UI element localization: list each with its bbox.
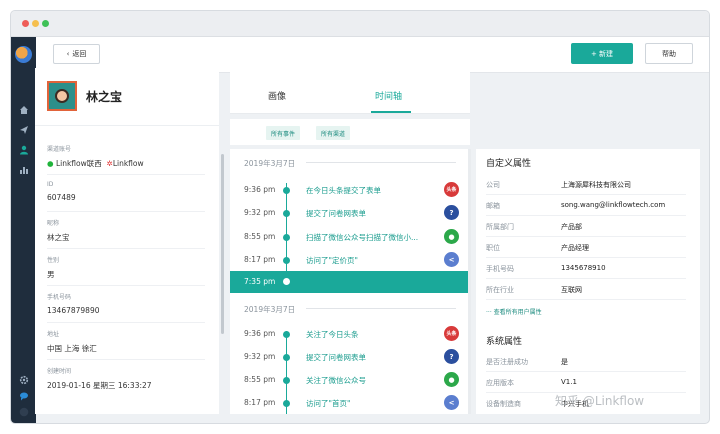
tab-timeline[interactable]: 时间轴 bbox=[375, 89, 402, 102]
chevron-left-icon: ‹ bbox=[66, 50, 70, 58]
profile-name: 林之宝 bbox=[86, 90, 123, 104]
close-window-button[interactable] bbox=[22, 20, 29, 27]
system-attributes-title: 系统属性 bbox=[486, 337, 523, 347]
view-all-attributes-link[interactable]: ··· 查看所有用户属性 bbox=[486, 307, 542, 316]
new-button[interactable]: + 新建 bbox=[571, 43, 633, 64]
toutiao-icon: 头条 bbox=[444, 326, 459, 341]
attribute-row: 所在行业 互联网 bbox=[486, 280, 686, 300]
attribute-row: 公司 上海源犀科技有限公司 bbox=[486, 175, 686, 195]
app-logo[interactable] bbox=[15, 46, 32, 63]
attribute-row: 应用版本 V1.1 bbox=[486, 373, 686, 393]
form-icon: ? bbox=[444, 205, 459, 220]
custom-attributes-title: 自定义属性 bbox=[486, 159, 532, 169]
attribute-row: 职位 产品经理 bbox=[486, 238, 686, 258]
field-channel-account: 渠道账号 ● Linkflow联西 ✲Linkflow bbox=[47, 144, 207, 175]
wechat-icon: ● bbox=[444, 229, 459, 244]
send-icon[interactable] bbox=[17, 123, 30, 136]
timeline-date: 2019年3月7日 bbox=[244, 305, 296, 314]
wechat-icon: ● bbox=[444, 372, 459, 387]
user-icon[interactable] bbox=[17, 143, 30, 156]
tab-bar: 画像 时间轴 bbox=[230, 68, 470, 114]
timeline-event[interactable]: 8:17 pm 访问了"定价页" < bbox=[230, 252, 470, 270]
toutiao-icon: 头条 bbox=[444, 182, 459, 197]
chart-icon[interactable] bbox=[17, 163, 30, 176]
share-icon: < bbox=[444, 252, 459, 267]
timeline-date: 2019年3月7日 bbox=[244, 159, 296, 168]
chat-icon[interactable] bbox=[17, 389, 30, 402]
back-button-label: 返回 bbox=[72, 50, 87, 58]
field-address: 地址 中国 上海 徐汇 bbox=[47, 329, 207, 360]
attribute-row: 邮箱 song.wang@linkflowtech.com bbox=[486, 196, 686, 216]
timeline-event[interactable]: 8:55 pm 关注了微信公众号 ● bbox=[230, 372, 470, 390]
share-icon: < bbox=[444, 395, 459, 410]
settings-icon[interactable] bbox=[17, 373, 30, 386]
maximize-window-button[interactable] bbox=[42, 20, 49, 27]
attributes-panel: 自定义属性 公司 上海源犀科技有限公司 邮箱 song.wang@linkflowt… bbox=[476, 149, 700, 414]
form-icon: ? bbox=[444, 349, 459, 364]
profile-panel: 林之宝 渠道账号 ● Linkflow联西 ✲Linkflow ID 60748… bbox=[35, 68, 224, 414]
timeline-event[interactable]: 8:55 pm 扫描了微信公众号扫描了微信小... ● bbox=[230, 229, 470, 247]
minimize-window-button[interactable] bbox=[32, 20, 39, 27]
field-phone: 手机号码 13467879890 bbox=[47, 292, 207, 323]
attribute-row: 是否注册成功是 bbox=[486, 352, 686, 372]
help-button[interactable]: 帮助 bbox=[645, 43, 693, 64]
filter-all-events[interactable]: 所有事件 bbox=[266, 126, 301, 140]
field-id: ID 607489 bbox=[47, 181, 207, 212]
timeline-current-marker[interactable]: 7:35 pm bbox=[230, 271, 470, 293]
profile-scrollbar[interactable] bbox=[221, 154, 224, 334]
timeline-scrollbar[interactable] bbox=[468, 149, 471, 414]
field-nickname: 昵称 林之宝 bbox=[47, 218, 207, 249]
back-button[interactable]: ‹ 返回 bbox=[53, 44, 100, 64]
active-tab-indicator bbox=[371, 111, 411, 113]
filter-bar: 所有事件 所有渠道 bbox=[230, 119, 470, 145]
avatar[interactable] bbox=[47, 81, 77, 111]
field-gender: 性别 男 bbox=[47, 255, 207, 286]
timeline-event[interactable]: 9:36 pm 关注了今日头条 头条 bbox=[230, 326, 470, 344]
timeline: 2019年3月7日 9:36 pm 在今日头条提交了表单 头条 9:32 pm … bbox=[230, 149, 471, 414]
timeline-event[interactable]: 8:17 pm 访问了"首页" < bbox=[230, 395, 470, 413]
filter-all-channels[interactable]: 所有渠道 bbox=[316, 126, 351, 140]
field-created-at: 创建时间 2019-01-16 星期三 16:33:27 bbox=[47, 368, 152, 390]
timeline-event[interactable]: 9:32 pm 提交了问卷网表单 ? bbox=[230, 349, 470, 367]
account-icon[interactable] bbox=[17, 405, 30, 418]
home-icon[interactable] bbox=[17, 103, 30, 116]
wechat-account[interactable]: Linkflow联西 bbox=[56, 159, 102, 168]
profile-header: 林之宝 bbox=[35, 68, 219, 126]
attribute-row: 所属部门 产品部 bbox=[486, 217, 686, 237]
tab-portrait[interactable]: 画像 bbox=[268, 89, 286, 102]
window-titlebar bbox=[11, 11, 709, 37]
watermark: 知乎 @Linkflow bbox=[555, 394, 645, 408]
sidebar bbox=[11, 37, 36, 423]
weibo-account[interactable]: Linkflow bbox=[113, 159, 144, 168]
timeline-event[interactable]: 9:32 pm 提交了问卷网表单 ? bbox=[230, 205, 470, 223]
wechat-icon: ● bbox=[47, 159, 54, 168]
timeline-event[interactable]: 9:36 pm 在今日头条提交了表单 头条 bbox=[230, 182, 470, 200]
attribute-row: 手机号码 1345678910 bbox=[486, 259, 686, 279]
